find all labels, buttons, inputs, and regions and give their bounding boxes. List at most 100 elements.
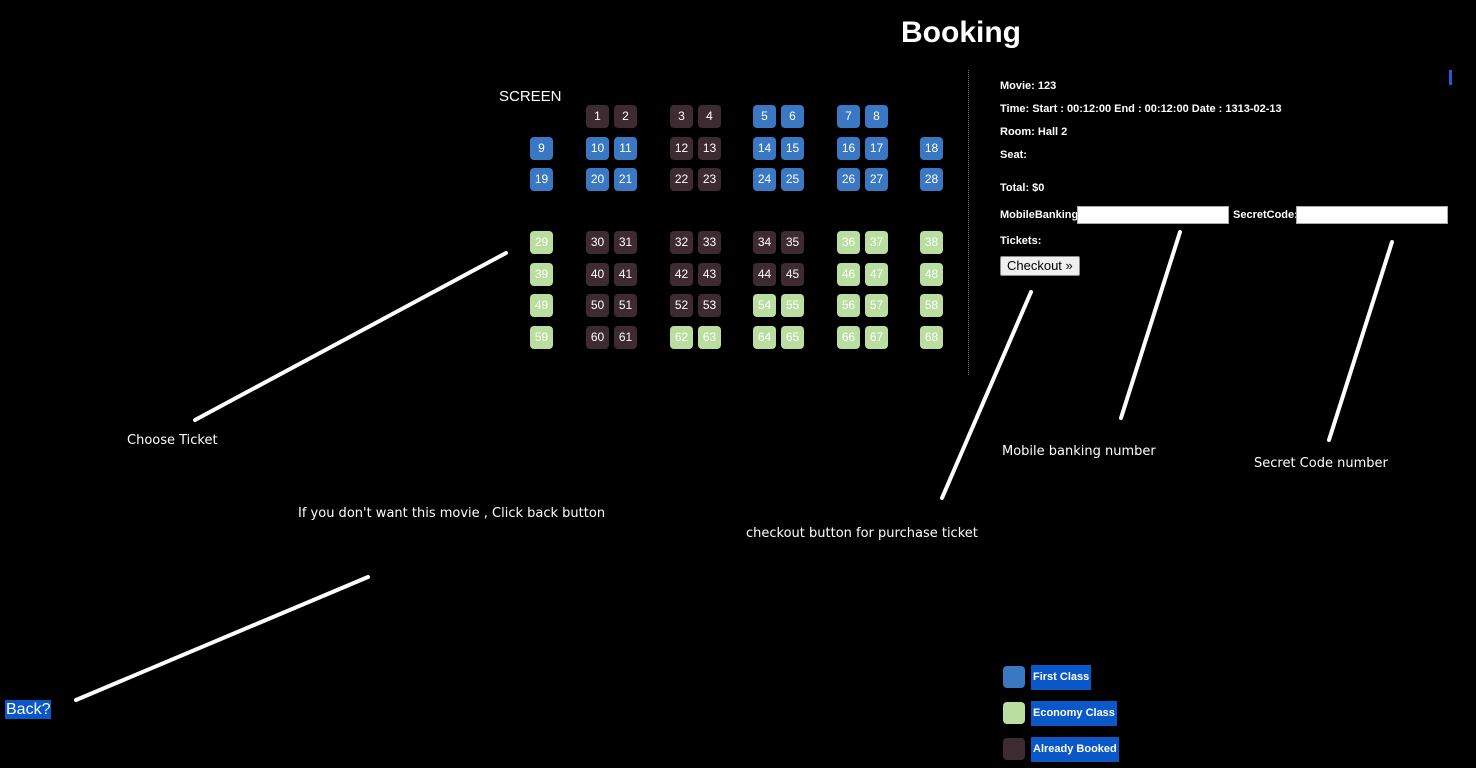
seat-37[interactable]: 37 — [865, 231, 888, 254]
seat-21[interactable]: 21 — [614, 168, 637, 191]
seat-4[interactable]: 4 — [698, 105, 721, 128]
tickets-info: Tickets: — [1000, 235, 1042, 247]
seat-54[interactable]: 54 — [753, 294, 776, 317]
seat-47[interactable]: 47 — [865, 263, 888, 286]
scroll-indicator[interactable] — [1449, 70, 1452, 85]
seat-61[interactable]: 61 — [614, 326, 637, 349]
seat-6[interactable]: 6 — [781, 105, 804, 128]
seat-14[interactable]: 14 — [753, 137, 776, 160]
legend-label-economy-class: Economy Class — [1031, 701, 1117, 726]
movie-info: Movie: 123 — [1000, 80, 1057, 92]
secret-code-label: SecretCode: — [1233, 209, 1298, 221]
back-link[interactable]: Back? — [5, 700, 52, 719]
screen-label: SCREEN — [499, 88, 562, 105]
seat-52[interactable]: 52 — [670, 294, 693, 317]
seat-66[interactable]: 66 — [837, 326, 860, 349]
seat-11[interactable]: 11 — [614, 137, 637, 160]
seat-13[interactable]: 13 — [698, 137, 721, 160]
legend-swatch-already-booked — [1003, 738, 1025, 760]
seat-17[interactable]: 17 — [865, 137, 888, 160]
seat-20[interactable]: 20 — [586, 168, 609, 191]
seat-43[interactable]: 43 — [698, 263, 721, 286]
seat-28[interactable]: 28 — [920, 168, 943, 191]
seat-53[interactable]: 53 — [698, 294, 721, 317]
seat-29[interactable]: 29 — [530, 231, 553, 254]
seat-42[interactable]: 42 — [670, 263, 693, 286]
seat-18[interactable]: 18 — [920, 137, 943, 160]
seat-34[interactable]: 34 — [753, 231, 776, 254]
seat-40[interactable]: 40 — [586, 263, 609, 286]
seat-22[interactable]: 22 — [670, 168, 693, 191]
mobile-pointer — [1119, 230, 1182, 420]
mobile-banking-label: MobileBanking: — [1000, 209, 1082, 221]
seat-1[interactable]: 1 — [586, 105, 609, 128]
seat-39[interactable]: 39 — [530, 263, 553, 286]
choose-ticket-annotation: Choose Ticket — [127, 433, 218, 448]
seat-16[interactable]: 16 — [837, 137, 860, 160]
seat-32[interactable]: 32 — [670, 231, 693, 254]
legend-swatch-economy-class — [1003, 702, 1025, 724]
seat-24[interactable]: 24 — [753, 168, 776, 191]
seat-7[interactable]: 7 — [837, 105, 860, 128]
seat-59[interactable]: 59 — [530, 326, 553, 349]
seat-25[interactable]: 25 — [781, 168, 804, 191]
seat-68[interactable]: 68 — [920, 326, 943, 349]
seat-58[interactable]: 58 — [920, 294, 943, 317]
seat-26[interactable]: 26 — [837, 168, 860, 191]
seat-10[interactable]: 10 — [586, 137, 609, 160]
checkout-annotation: checkout button for purchase ticket — [746, 526, 978, 541]
legend-label-already-booked: Already Booked — [1031, 737, 1119, 762]
seat-info: Seat: — [1000, 149, 1027, 161]
seat-65[interactable]: 65 — [781, 326, 804, 349]
seat-62[interactable]: 62 — [670, 326, 693, 349]
annotation-lines — [74, 230, 1394, 702]
seat-63[interactable]: 63 — [698, 326, 721, 349]
seat-23[interactable]: 23 — [698, 168, 721, 191]
checkout-button[interactable]: Checkout » — [1000, 256, 1080, 276]
time-info: Time: Start : 00:12:00 End : 00:12:00 Da… — [1000, 103, 1282, 115]
secret-pointer — [1327, 240, 1394, 442]
back-pointer — [74, 575, 370, 702]
seat-46[interactable]: 46 — [837, 263, 860, 286]
seat-2[interactable]: 2 — [614, 105, 637, 128]
seat-3[interactable]: 3 — [670, 105, 693, 128]
seat-31[interactable]: 31 — [614, 231, 637, 254]
seat-48[interactable]: 48 — [920, 263, 943, 286]
seat-49[interactable]: 49 — [530, 294, 553, 317]
seat-57[interactable]: 57 — [865, 294, 888, 317]
secret-annotation: Secret Code number — [1254, 456, 1388, 471]
seat-36[interactable]: 36 — [837, 231, 860, 254]
seat-64[interactable]: 64 — [753, 326, 776, 349]
seat-44[interactable]: 44 — [753, 263, 776, 286]
page-title: Booking — [901, 16, 1021, 49]
seat-30[interactable]: 30 — [586, 231, 609, 254]
panel-divider — [968, 70, 969, 375]
seat-8[interactable]: 8 — [865, 105, 888, 128]
seat-15[interactable]: 15 — [781, 137, 804, 160]
seat-67[interactable]: 67 — [865, 326, 888, 349]
total-info: Total: $0 — [1000, 182, 1045, 194]
mobile-annotation: Mobile banking number — [1002, 444, 1156, 459]
seat-56[interactable]: 56 — [837, 294, 860, 317]
seat-50[interactable]: 50 — [586, 294, 609, 317]
room-info: Room: Hall 2 — [1000, 126, 1068, 138]
seat-60[interactable]: 60 — [586, 326, 609, 349]
seat-41[interactable]: 41 — [614, 263, 637, 286]
seat-5[interactable]: 5 — [753, 105, 776, 128]
mobile-banking-input[interactable] — [1077, 206, 1229, 224]
legend-label-first-class: First Class — [1031, 665, 1092, 690]
seat-19[interactable]: 19 — [530, 168, 553, 191]
choose-ticket-pointer — [193, 251, 508, 422]
seat-45[interactable]: 45 — [781, 263, 804, 286]
seat-9[interactable]: 9 — [530, 137, 553, 160]
seat-27[interactable]: 27 — [865, 168, 888, 191]
seat-35[interactable]: 35 — [781, 231, 804, 254]
legend-swatch-first-class — [1003, 666, 1025, 688]
seat-12[interactable]: 12 — [670, 137, 693, 160]
secret-code-input[interactable] — [1296, 206, 1448, 224]
back-hint-annotation: If you don't want this movie , Click bac… — [298, 506, 606, 521]
seat-33[interactable]: 33 — [698, 231, 721, 254]
seat-55[interactable]: 55 — [781, 294, 804, 317]
seat-38[interactable]: 38 — [920, 231, 943, 254]
seat-51[interactable]: 51 — [614, 294, 637, 317]
